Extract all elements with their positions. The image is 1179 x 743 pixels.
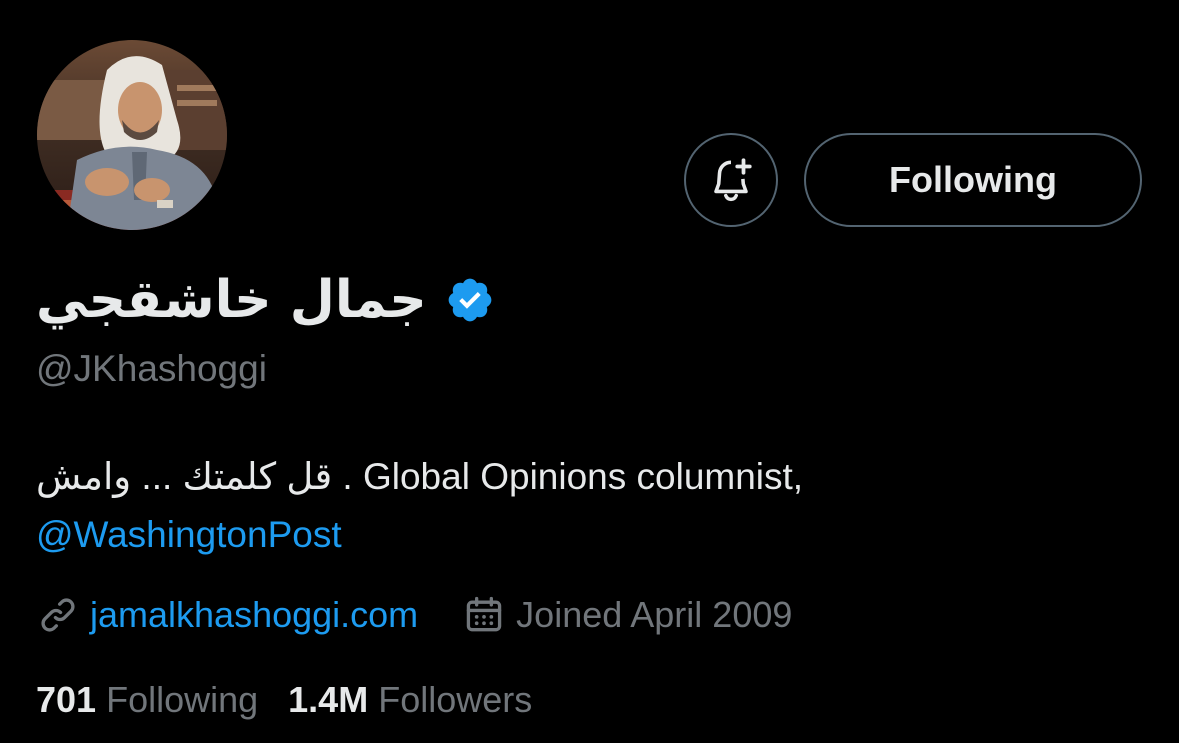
user-handle: @JKhashoggi xyxy=(36,348,267,389)
followers-stat[interactable]: 1.4M Followers xyxy=(288,679,532,721)
bio: قل كلمتك ... وامش . Global Opinions colu… xyxy=(36,448,1036,564)
followers-count: 1.4M xyxy=(288,679,369,720)
bio-text: قل كلمتك ... وامش . Global Opinions colu… xyxy=(36,456,804,497)
following-stat-label: Following xyxy=(106,679,259,720)
display-name: جمال خاشقجي xyxy=(36,270,427,330)
bell-plus-icon xyxy=(714,158,752,202)
website-item: jamalkhashoggi.com xyxy=(36,593,418,637)
name-row: جمال خاشقجي xyxy=(36,262,495,338)
profile-meta: jamalkhashoggi.com Joined April 2009 xyxy=(36,588,792,642)
joined-item: Joined April 2009 xyxy=(462,593,792,637)
following-button[interactable]: Following xyxy=(804,133,1142,227)
following-stat[interactable]: 701 Following xyxy=(36,679,258,721)
profile-header: Following جمال خاشقجي @JKhashoggi قل كلم… xyxy=(0,0,1179,743)
followers-stat-label: Followers xyxy=(378,679,533,720)
joined-date: Joined April 2009 xyxy=(516,594,793,635)
link-icon xyxy=(41,598,75,632)
following-count: 701 xyxy=(36,679,97,720)
notify-button[interactable] xyxy=(684,133,778,227)
avatar-image xyxy=(37,40,227,230)
avatar[interactable] xyxy=(35,38,229,232)
profile-stats: 701 Following 1.4M Followers xyxy=(36,675,532,725)
bio-mention-link[interactable]: @WashingtonPost xyxy=(36,506,1036,564)
calendar-icon xyxy=(466,596,502,632)
website-link[interactable]: jamalkhashoggi.com xyxy=(90,594,418,636)
verified-badge-icon[interactable] xyxy=(445,275,495,325)
